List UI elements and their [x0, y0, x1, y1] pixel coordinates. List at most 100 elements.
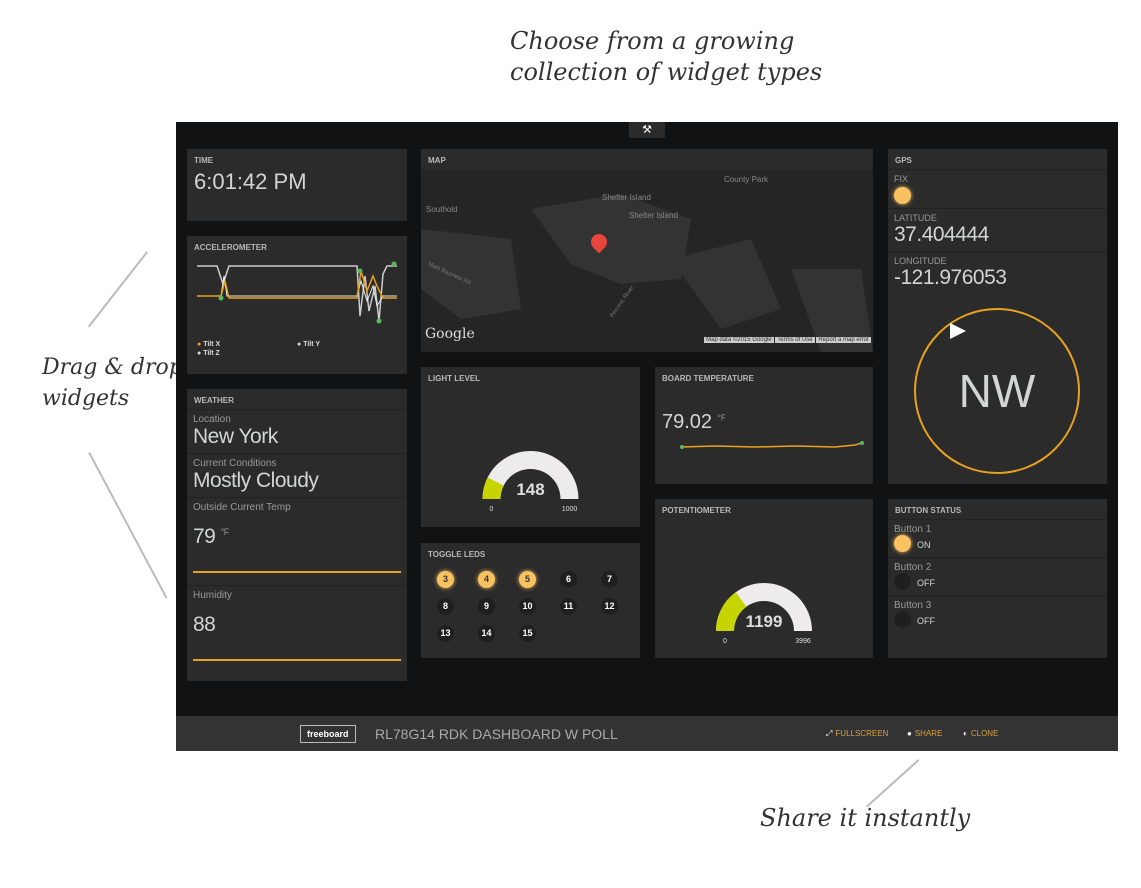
legend-tilt-z: Tilt Z [203, 350, 220, 357]
clone-button[interactable]: ◐ CLONE [963, 729, 998, 738]
location-label: Location [193, 414, 231, 425]
temp-sparkline [193, 571, 401, 573]
location-value: New York [193, 425, 278, 448]
board-temperature-widget[interactable]: BOARD TEMPERATURE 79.02 °F [655, 367, 873, 484]
board-temp-unit: °F [717, 413, 726, 423]
accelerometer-legend: ● Tilt X ● Tilt Y ● Tilt Z [197, 341, 321, 357]
led-toggle-5[interactable]: 5 [519, 571, 536, 588]
widget-title: WEATHER [194, 396, 234, 405]
gauge-min: 0 [723, 638, 727, 645]
map-label: County Park [724, 175, 769, 184]
potentiometer-widget[interactable]: POTENTIOMETER 1199 0 3996 [655, 499, 873, 658]
terms-link[interactable]: Terms of Use [775, 337, 815, 343]
humidity-sparkline [193, 659, 401, 661]
point-marker [357, 268, 363, 274]
annotation-text: Choose from a growing [510, 27, 795, 55]
temp-row: Outside Current Temp 79 °F [187, 497, 407, 585]
map-data-link[interactable]: Map data ©2015 Google [704, 337, 774, 343]
dashboard-title[interactable]: RL78G14 RDK DASHBOARD W POLL [375, 726, 618, 742]
led-toggle-7[interactable]: 7 [601, 571, 618, 588]
led-toggle-10[interactable]: 10 [519, 598, 536, 615]
annotation-text: Drag & drop [42, 355, 183, 380]
humidity-label: Humidity [193, 590, 232, 601]
gps-widget[interactable]: GPS FIX LATITUDE 37.404444 LONGITUDE -121.… [888, 149, 1107, 484]
report-error-link[interactable]: Report a map error [816, 337, 871, 343]
widget-title: BUTTON STATUS [895, 506, 962, 515]
map-attribution: Map data ©2015 Google Terms of Use Repor… [704, 337, 871, 343]
gauge-value: 148 [516, 480, 544, 499]
temp-unit: °F [220, 527, 230, 537]
gauge-value: 1199 [746, 612, 783, 631]
led-toggle-8[interactable]: 8 [437, 598, 454, 615]
gauge-max: 3996 [795, 638, 811, 645]
annotation-line [88, 452, 168, 599]
conditions-value: Mostly Cloudy [193, 469, 319, 492]
led-toggle-11[interactable]: 11 [560, 598, 577, 615]
gauge-min: 0 [490, 506, 494, 513]
led-toggle-9[interactable]: 9 [478, 598, 495, 615]
button-state: OFF [917, 578, 935, 588]
led-toggle-12[interactable]: 12 [601, 598, 618, 615]
point-marker [391, 261, 397, 267]
compass-heading: NW [958, 365, 1036, 417]
conditions-label: Current Conditions [193, 458, 277, 469]
toggle-leds-widget[interactable]: TOGGLE LEDS 3 4 5 6 7 8 9 10 11 12 13 14 15 [421, 543, 640, 658]
clone-icon: ◐ [963, 729, 968, 738]
button-label: Button 1 [894, 524, 932, 535]
button-row: Button 2 OFF [888, 557, 1107, 595]
led-toggle-14[interactable]: 14 [478, 625, 495, 642]
button-row: Button 1 ON [888, 519, 1107, 557]
map-widget[interactable]: MAP County Park Southold Shelter Island … [421, 149, 873, 352]
compass-pointer-icon [950, 323, 966, 339]
user-icon: ● [907, 729, 912, 738]
light-gauge: 148 0 1000 [482, 451, 579, 513]
humidity-row: Humidity 88 [187, 585, 407, 665]
longitude-label: LONGITUDE [894, 256, 947, 266]
accelerometer-widget[interactable]: ACCELEROMETER ● Tilt X ● Tilt Y ● Tilt Z [187, 236, 407, 374]
widget-title: LIGHT LEVEL [428, 374, 480, 383]
google-logo: Google [425, 326, 475, 342]
latitude-value: 37.404444 [894, 223, 989, 246]
legend-tilt-x: Tilt X [203, 341, 221, 348]
led-toggle-13[interactable]: 13 [437, 625, 454, 642]
annotation-bottom: Share it instantly [760, 804, 971, 832]
fix-label: FIX [894, 174, 909, 184]
annotation-text: collection of widget types [510, 58, 823, 86]
button-state: ON [917, 540, 931, 550]
fullscreen-label: FULLSCREEN [835, 729, 889, 738]
widget-title: ACCELEROMETER [194, 243, 267, 252]
longitude-value: -121.976053 [894, 266, 1007, 289]
led-toggle-4[interactable]: 4 [478, 571, 495, 588]
led-toggle-3[interactable]: 3 [437, 571, 454, 588]
time-widget[interactable]: TIME 6:01:42 PM [187, 149, 407, 221]
light-level-widget[interactable]: LIGHT LEVEL 148 0 1000 [421, 367, 640, 527]
humidity-value: 88 [193, 613, 216, 636]
fullscreen-button[interactable]: ⤢ FULLSCREEN [826, 729, 888, 739]
widget-title: TIME [194, 156, 214, 165]
widget-title: MAP [428, 156, 446, 165]
annotation-line [88, 251, 149, 328]
annotation-text: widgets [42, 386, 130, 411]
led-toggle-15[interactable]: 15 [519, 625, 536, 642]
map-label: Southold [426, 205, 458, 214]
fix-indicator [894, 187, 911, 204]
temp-value: 79 [193, 525, 216, 548]
point-marker [376, 318, 382, 324]
led-toggle-6[interactable]: 6 [560, 571, 577, 588]
temp-label: Outside Current Temp [193, 502, 291, 513]
button-status-widget[interactable]: BUTTON STATUS Button 1 ON Button 2 OFF But… [888, 499, 1107, 658]
point-marker [218, 295, 224, 301]
board-temp-sparkline [680, 441, 864, 449]
wrench-icon[interactable]: ⚒ [629, 122, 665, 138]
share-button[interactable]: ● SHARE [907, 729, 942, 738]
widget-title: BOARD TEMPERATURE [662, 374, 754, 383]
weather-widget[interactable]: WEATHER Location New York Current Conditi… [187, 389, 407, 681]
latitude-row: LATITUDE 37.404444 [888, 208, 1107, 251]
widget-title: POTENTIOMETER [662, 506, 731, 515]
annotation-line [866, 759, 920, 808]
dashboard: ⚒ TIME 6:01:42 PM ACCELEROMETER ● Tilt X… [176, 122, 1118, 716]
annotation-top: Choose from a growing collection of widge… [510, 26, 822, 88]
freeboard-logo[interactable]: freeboard [300, 725, 356, 743]
footer-bar: freeboard RL78G14 RDK DASHBOARD W POLL ⤢… [176, 716, 1118, 751]
button-indicator [894, 535, 911, 553]
